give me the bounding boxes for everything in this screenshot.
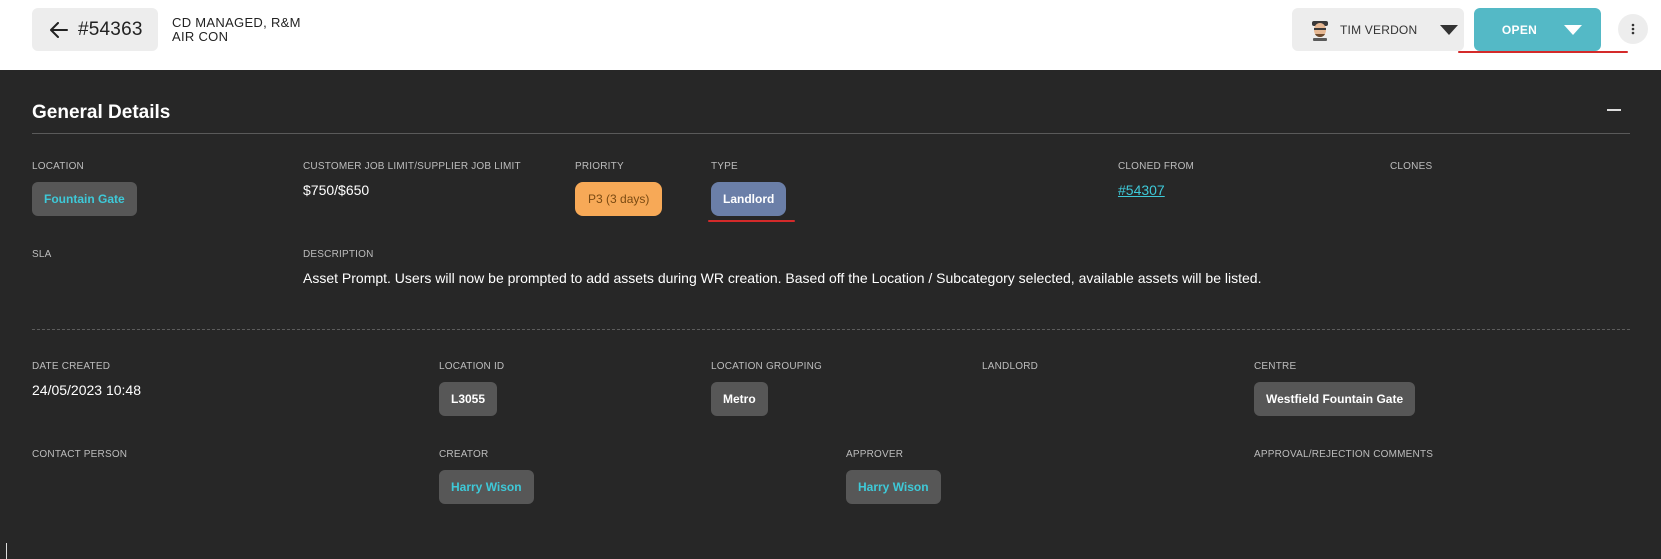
text-cursor [6,543,7,559]
location-grouping-label: LOCATION GROUPING [711,361,823,372]
location-id-chip: L3055 [439,382,498,416]
priority-badge: P3 (3 days) [575,182,663,216]
user-name: TIM VERDON [1340,22,1418,37]
more-options-button[interactable] [1618,14,1648,44]
centre-chip: Westfield Fountain Gate [1254,382,1416,416]
centre-label: CENTRE [1254,361,1297,372]
status-dropdown[interactable]: OPEN [1474,8,1601,51]
arrow-left-icon [50,21,68,38]
cloned-from-link[interactable]: #54307 [1118,182,1165,198]
chevron-down-icon [1440,24,1459,35]
vertical-dots-icon [1631,23,1635,35]
date-created-label: DATE CREATED [32,361,111,372]
user-dropdown[interactable]: TIM VERDON [1292,8,1464,51]
landlord-label: LANDLORD [982,361,1039,372]
sla-label: SLA [32,249,52,260]
collapse-minus-icon[interactable] [1607,109,1621,111]
creator-label: CREATOR [439,449,489,460]
approval-comments-label: APPROVAL/REJECTION COMMENTS [1254,449,1434,460]
location-grouping-chip: Metro [711,382,768,416]
priority-label: PRIORITY [575,161,624,172]
approver-label: APPROVER [846,449,904,460]
section-title: General Details [32,102,171,123]
contact-person-label: CONTACT PERSON [32,449,128,460]
location-id-label: LOCATION ID [439,361,505,372]
clones-label: CLONES [1390,161,1433,172]
job-limit-label: CUSTOMER JOB LIMIT/SUPPLIER JOB LIMIT [303,161,521,172]
job-title-line-1: CD MANAGED, R&M [172,15,301,30]
type-annotation-underline [708,220,795,222]
section-divider [32,133,1630,134]
date-created-value: 24/05/2023 10:48 [32,382,141,398]
approver-chip[interactable]: Harry Wison [846,470,941,504]
back-button[interactable]: #54363 [32,8,158,51]
avatar-icon [1312,20,1328,41]
description-text: Asset Prompt. Users will now be prompted… [303,270,1262,286]
creator-chip[interactable]: Harry Wison [439,470,534,504]
type-badge: Landlord [711,182,787,216]
type-label: TYPE [711,161,738,172]
job-title-line-2: AIR CON [172,29,229,44]
cloned-from-label: CLONED FROM [1118,161,1195,172]
job-limit-value: $750/$650 [303,182,370,198]
job-title: CD MANAGED, R&M AIR CON [172,16,301,44]
location-label: LOCATION [32,161,84,172]
location-chip[interactable]: Fountain Gate [32,182,137,216]
section-dashed-divider [32,329,1630,330]
status-annotation-underline [1458,51,1628,53]
job-number: #54363 [78,18,143,40]
status-label: OPEN [1501,22,1538,37]
top-header: #54363 CD MANAGED, R&M AIR CON TIM VERDO… [0,0,1661,70]
chevron-down-icon [1564,24,1583,35]
description-label: DESCRIPTION [303,249,374,260]
